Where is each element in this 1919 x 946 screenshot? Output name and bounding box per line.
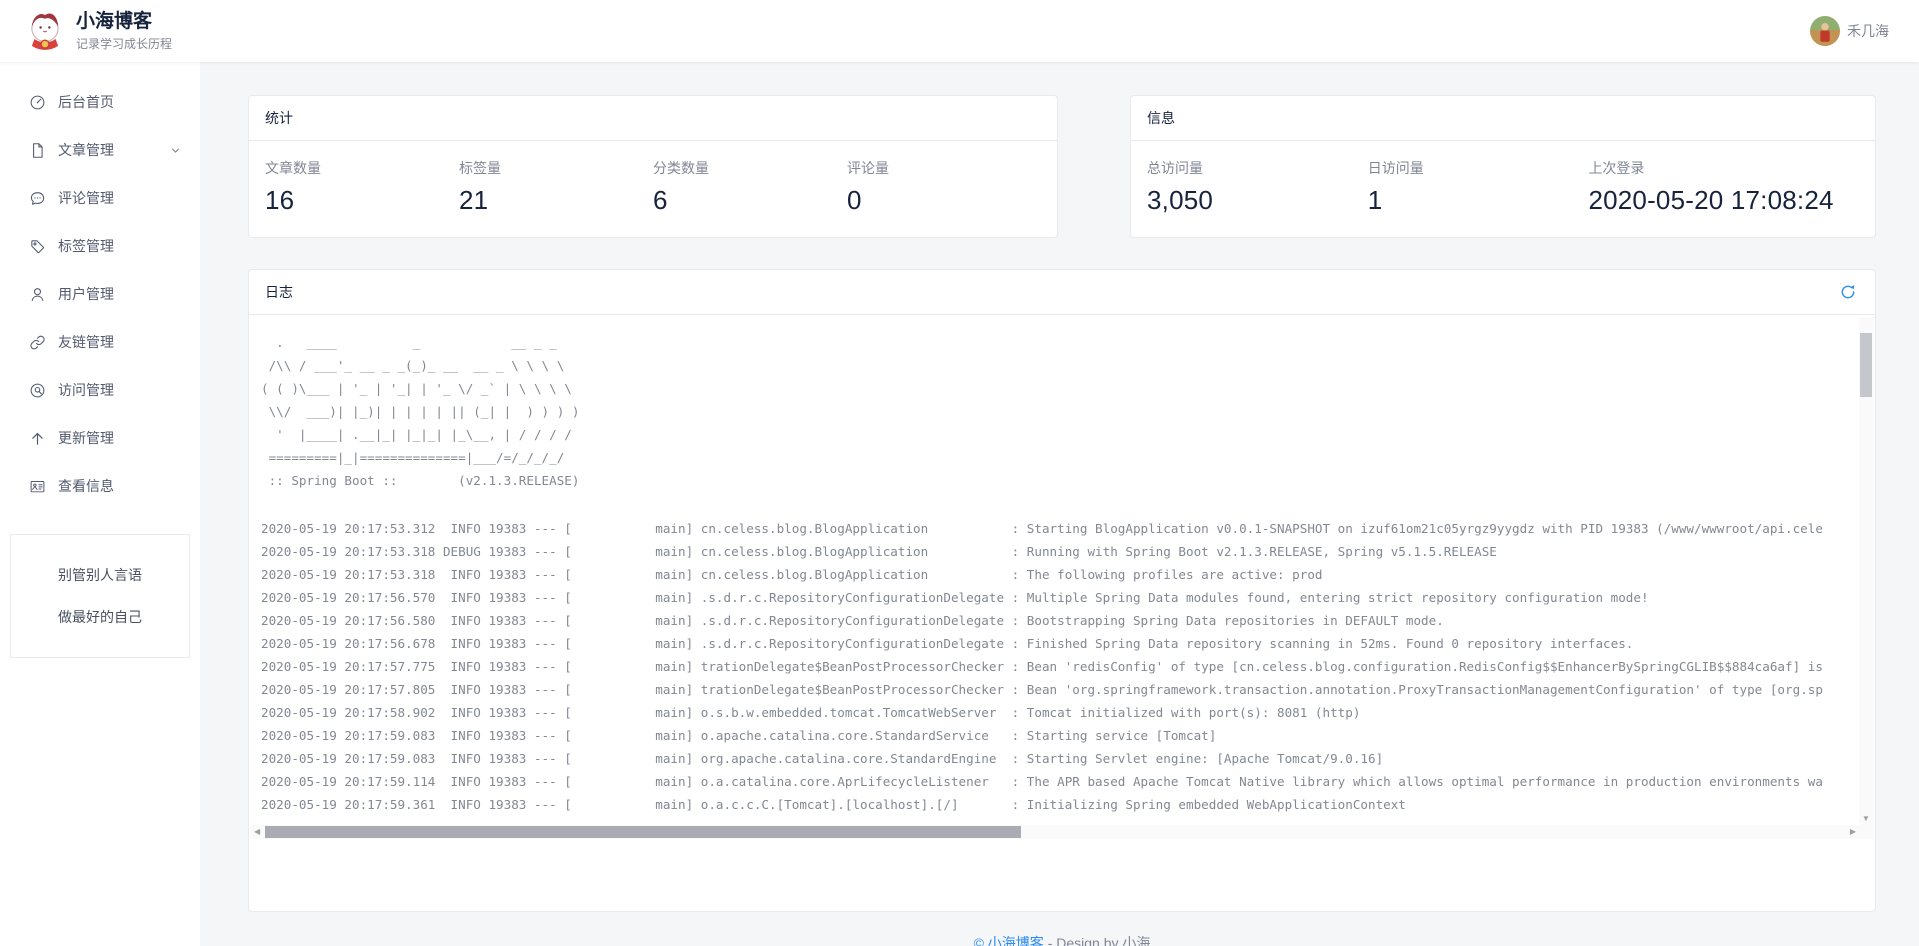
motto-line-1: 别管别人言语 (17, 565, 183, 585)
id-card-icon (29, 478, 46, 495)
sidebar-item-visits[interactable]: 访问管理 (0, 366, 200, 414)
log-card-title: 日志 (265, 282, 293, 302)
scroll-down-arrow-icon[interactable]: ▼ (1859, 814, 1873, 823)
sidebar-item-label: 文章管理 (58, 140, 114, 160)
stat-total-visits: 总访问量 3,050 (1147, 158, 1368, 216)
horizontal-scrollbar-thumb[interactable] (265, 826, 1021, 838)
log-card: 日志 . ____ _ __ _ _ /\\ / ___'_ __ _ _(_)… (248, 269, 1876, 912)
sidebar-item-dashboard[interactable]: 后台首页 (0, 78, 200, 126)
log-output: 2020-05-19 20:17:53.312 INFO 19383 --- [… (251, 492, 1873, 816)
info-card-title: 信息 (1147, 108, 1175, 128)
document-icon (29, 142, 46, 159)
sidebar-item-label: 用户管理 (58, 284, 114, 304)
stat-articles: 文章数量 16 (265, 158, 459, 216)
user-icon (29, 286, 46, 303)
footer-text: - Design by 小海 (1044, 935, 1151, 946)
info-card: 信息 总访问量 3,050 日访问量 1 上次登录 2020-05-20 17:… (1130, 95, 1876, 238)
sidebar-item-links[interactable]: 友链管理 (0, 318, 200, 366)
stat-value: 6 (653, 185, 847, 216)
stat-value: 16 (265, 185, 459, 216)
stat-last-login: 上次登录 2020-05-20 17:08:24 (1588, 158, 1859, 216)
arrow-up-icon (29, 430, 46, 447)
sidebar-motto: 别管别人言语 做最好的自己 (10, 534, 190, 658)
sidebar-item-label: 评论管理 (58, 188, 114, 208)
footer-site-link[interactable]: © 小海博客 (974, 935, 1044, 946)
sidebar-item-label: 友链管理 (58, 332, 114, 352)
stat-label: 文章数量 (265, 158, 459, 178)
sidebar-item-label: 访问管理 (58, 380, 114, 400)
refresh-icon (1839, 289, 1857, 304)
spring-boot-banner: . ____ _ __ _ _ /\\ / ___'_ __ _ _(_)_ _… (251, 317, 1873, 492)
stat-value: 1 (1368, 185, 1589, 216)
sidebar-item-articles[interactable]: 文章管理 (0, 126, 200, 174)
sidebar-item-updates[interactable]: 更新管理 (0, 414, 200, 462)
sidebar: 后台首页 文章管理 (0, 62, 200, 946)
site-subtitle: 记录学习成长历程 (76, 35, 172, 52)
stat-label: 总访问量 (1147, 158, 1368, 178)
sidebar-item-label: 标签管理 (58, 236, 114, 256)
sidebar-item-comments[interactable]: 评论管理 (0, 174, 200, 222)
scroll-right-arrow-icon[interactable]: ▶ (1850, 827, 1856, 836)
stat-categories: 分类数量 6 (653, 158, 847, 216)
stats-card-title: 统计 (265, 108, 293, 128)
stat-label: 评论量 (847, 158, 1041, 178)
motto-line-2: 做最好的自己 (17, 607, 183, 627)
stat-value: 2020-05-20 17:08:24 (1588, 185, 1859, 216)
refresh-button[interactable] (1837, 281, 1859, 303)
sidebar-item-label: 查看信息 (58, 476, 114, 496)
tag-icon (29, 238, 46, 255)
main-content: 统计 文章数量 16 标签量 21 分类数量 6 (200, 62, 1919, 946)
stat-comments: 评论量 0 (847, 158, 1041, 216)
stat-label: 上次登录 (1588, 158, 1859, 178)
link-icon (29, 334, 46, 351)
sidebar-item-label: 后台首页 (58, 92, 114, 112)
sidebar-item-label: 更新管理 (58, 428, 114, 448)
footer: © 小海博客 - Design by 小海 (248, 933, 1876, 946)
sidebar-item-users[interactable]: 用户管理 (0, 270, 200, 318)
stat-label: 标签量 (459, 158, 653, 178)
username-label: 禾几海 (1847, 21, 1889, 41)
chevron-down-icon (169, 144, 182, 157)
log-console[interactable]: . ____ _ __ _ _ /\\ / ___'_ __ _ _(_)_ _… (251, 317, 1873, 839)
stat-tags: 标签量 21 (459, 158, 653, 216)
stat-daily-visits: 日访问量 1 (1368, 158, 1589, 216)
stat-label: 分类数量 (653, 158, 847, 178)
top-bar: 小海博客 记录学习成长历程 禾几海 (0, 0, 1919, 62)
site-logo-icon (24, 10, 66, 52)
site-title: 小海博客 (76, 11, 172, 33)
dashboard-icon (29, 94, 46, 111)
scrollbar-corner (1859, 825, 1873, 839)
user-avatar (1810, 16, 1840, 46)
stat-value: 0 (847, 185, 1041, 216)
stat-value: 3,050 (1147, 185, 1368, 216)
comment-icon (29, 190, 46, 207)
scroll-left-arrow-icon[interactable]: ◀ (254, 827, 260, 836)
stat-label: 日访问量 (1368, 158, 1589, 178)
sidebar-item-tags[interactable]: 标签管理 (0, 222, 200, 270)
stats-card: 统计 文章数量 16 标签量 21 分类数量 6 (248, 95, 1058, 238)
sidebar-item-view-info[interactable]: 查看信息 (0, 462, 200, 510)
log-vertical-scrollbar[interactable]: ▼ (1859, 317, 1873, 825)
compass-icon (29, 382, 46, 399)
log-horizontal-scrollbar[interactable]: ◀ ▶ (251, 825, 1859, 839)
vertical-scrollbar-thumb[interactable] (1860, 333, 1872, 397)
stat-value: 21 (459, 185, 653, 216)
user-menu[interactable]: 禾几海 (1810, 16, 1889, 46)
site-logo-home[interactable]: 小海博客 记录学习成长历程 (24, 10, 172, 52)
